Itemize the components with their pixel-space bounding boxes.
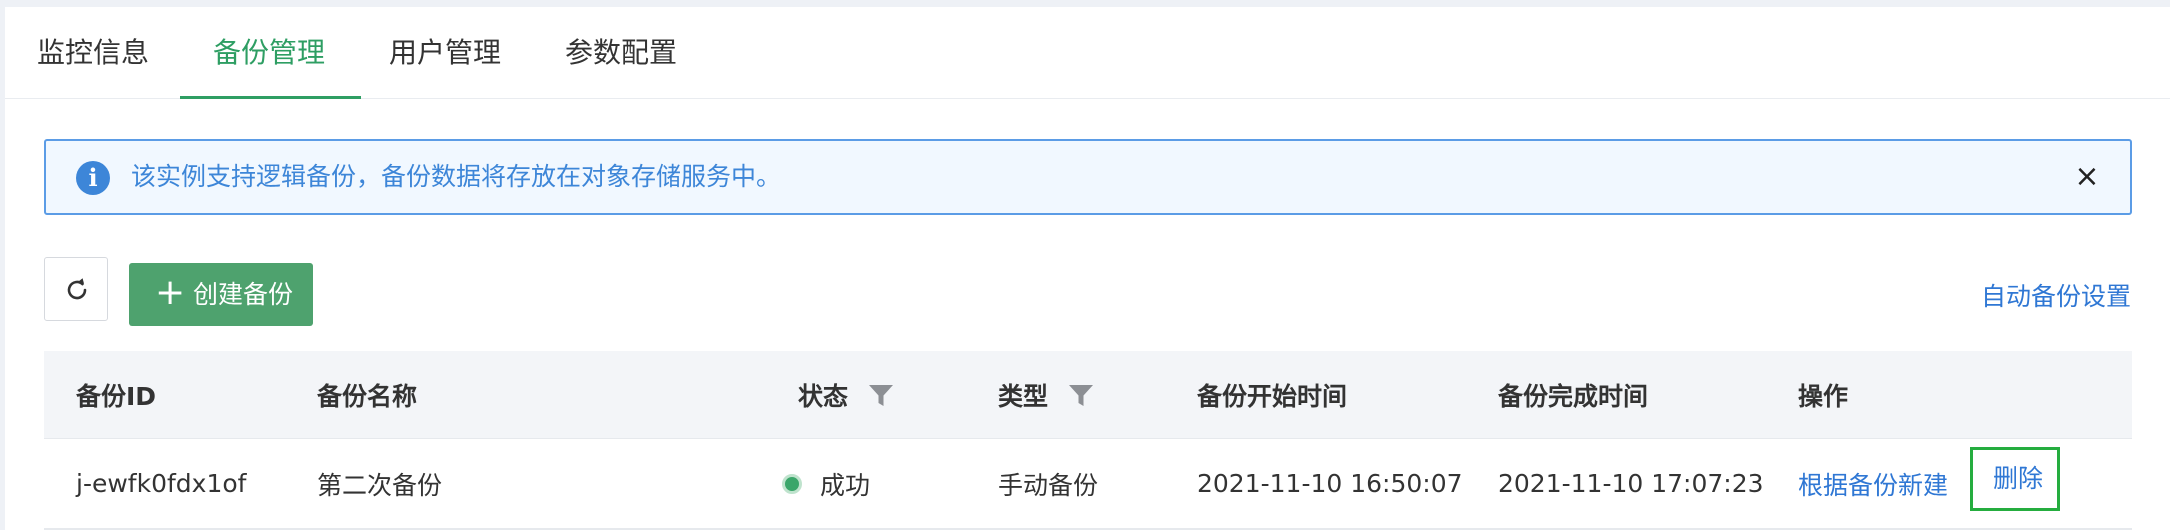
backup-start-time: 2021-11-10 16:50:07 bbox=[1197, 469, 1463, 498]
type-filter-icon[interactable] bbox=[1068, 382, 1094, 408]
tab-user-management[interactable]: 用户管理 bbox=[389, 7, 501, 99]
delete-backup-link[interactable]: 删除 bbox=[1993, 450, 2043, 508]
backup-status: 成功 bbox=[782, 439, 870, 528]
tab-monitoring[interactable]: 监控信息 bbox=[37, 7, 149, 99]
backup-table: 备份ID 备份名称 状态 类型 备份开始时间 备份完成时间 操作 j-ewfk0… bbox=[44, 351, 2132, 530]
info-alert: i 该实例支持逻辑备份，备份数据将存放在对象存储服务中。 × bbox=[44, 139, 2132, 215]
status-filter-icon[interactable] bbox=[868, 382, 894, 408]
tab-backup-management[interactable]: 备份管理 bbox=[213, 7, 325, 99]
table-header: 备份ID 备份名称 状态 类型 备份开始时间 备份完成时间 操作 bbox=[44, 351, 2132, 439]
active-tab-indicator bbox=[180, 96, 361, 99]
column-header-name: 备份名称 bbox=[317, 381, 418, 411]
status-success-dot bbox=[782, 473, 802, 494]
column-header-type: 类型 bbox=[998, 351, 1094, 438]
column-header-status: 状态 bbox=[798, 351, 894, 438]
backup-name: 第二次备份 bbox=[317, 470, 443, 500]
column-header-end-time: 备份完成时间 bbox=[1498, 381, 1649, 411]
backup-id: j-ewfk0fdx1of bbox=[76, 469, 247, 498]
column-header-id: 备份ID bbox=[76, 381, 157, 411]
column-header-type-label: 类型 bbox=[998, 381, 1049, 411]
create-backup-button[interactable]: + 创建备份 bbox=[129, 263, 313, 326]
backup-management-panel: 监控信息 备份管理 用户管理 参数配置 i 该实例支持逻辑备份，备份数据将存放在… bbox=[5, 7, 2170, 530]
create-backup-label: 创建备份 bbox=[193, 280, 294, 309]
tab-bar: 监控信息 备份管理 用户管理 参数配置 bbox=[5, 7, 2170, 99]
backup-type: 手动备份 bbox=[998, 470, 1099, 500]
backup-end-time: 2021-11-10 17:07:23 bbox=[1498, 469, 1764, 498]
column-header-actions: 操作 bbox=[1798, 381, 1849, 411]
column-header-status-label: 状态 bbox=[798, 381, 849, 411]
refresh-icon bbox=[67, 278, 87, 300]
plus-icon: + bbox=[155, 272, 186, 313]
refresh-button[interactable] bbox=[44, 257, 108, 321]
auto-backup-settings-link[interactable]: 自动备份设置 bbox=[1981, 277, 2131, 313]
close-icon[interactable]: × bbox=[2070, 160, 2104, 194]
tab-parameter-config[interactable]: 参数配置 bbox=[565, 7, 677, 99]
backup-status-label: 成功 bbox=[820, 470, 871, 500]
table-row: j-ewfk0fdx1of 第二次备份 成功 手动备份 2021-11-10 1… bbox=[44, 439, 2132, 530]
alert-message: 该实例支持逻辑备份，备份数据将存放在对象存储服务中。 bbox=[131, 162, 782, 191]
info-icon: i bbox=[76, 161, 110, 195]
restore-from-backup-link[interactable]: 根据备份新建 bbox=[1798, 439, 1948, 528]
column-header-start-time: 备份开始时间 bbox=[1197, 381, 1348, 411]
delete-highlight-box: 删除 bbox=[1970, 447, 2060, 511]
